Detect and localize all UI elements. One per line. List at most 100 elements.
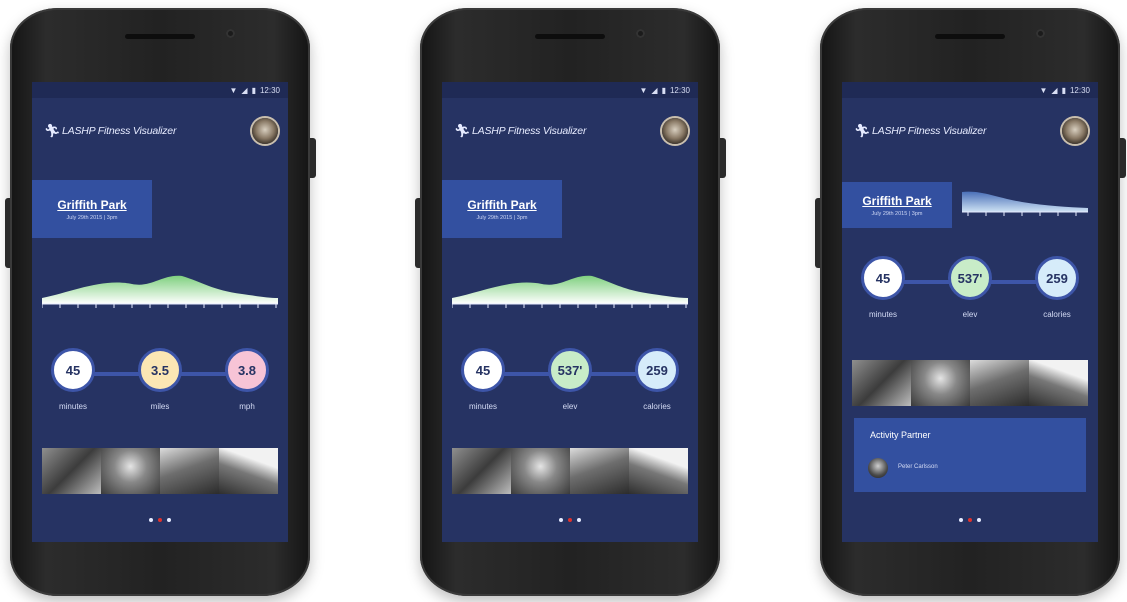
stat-label: elev <box>562 402 578 411</box>
stat-label: minutes <box>868 310 897 319</box>
partner-name[interactable]: Peter Carlsson <box>898 464 938 470</box>
location-date: July 29th 2015 | 3pm <box>66 214 118 221</box>
stat-label: elev <box>962 310 978 319</box>
runner-icon: 🏃︎ <box>454 123 471 138</box>
page-indicator[interactable] <box>32 518 288 522</box>
elevation-chart <box>452 275 688 308</box>
stat-elev[interactable]: 537' elev <box>541 348 599 411</box>
photo[interactable] <box>42 448 101 494</box>
stats-row: 45 minutes 537' elev 259 calories <box>454 348 686 428</box>
screen: ▼ ◢ ▮ 12:30 🏃︎ LASHP Fitness Visualizer … <box>442 82 698 542</box>
phone-3: ▼ ◢ ▮ 12:30 🏃︎ LASHP Fitness Visualizer … <box>815 8 1126 596</box>
page-dot[interactable] <box>577 518 581 522</box>
wifi-icon: ▼ <box>229 85 238 95</box>
photo-strip[interactable] <box>852 360 1088 406</box>
battery-icon: ▮ <box>251 85 256 95</box>
battery-icon: ▮ <box>661 85 666 95</box>
camera <box>226 29 235 38</box>
photo[interactable] <box>970 360 1029 406</box>
stat-minutes[interactable]: 45 minutes <box>854 256 912 319</box>
stat-circle: 45 <box>861 256 905 300</box>
page-dot[interactable] <box>559 518 563 522</box>
page-indicator[interactable] <box>442 518 698 522</box>
partner-title: Activity Partner <box>870 430 931 440</box>
photo[interactable] <box>1029 360 1088 406</box>
stat-label: minutes <box>468 402 497 411</box>
app-title: LASHP Fitness Visualizer <box>872 125 987 137</box>
stat-circle: 537' <box>948 256 992 300</box>
stat-label: minutes <box>58 402 87 411</box>
app-title: LASHP Fitness Visualizer <box>472 125 587 137</box>
stat-minutes[interactable]: 45 minutes <box>454 348 512 411</box>
battery-icon: ▮ <box>1061 85 1066 95</box>
status-time: 12:30 <box>669 85 690 95</box>
stat-minutes[interactable]: 45 minutes <box>44 348 102 411</box>
partner-avatar[interactable] <box>868 458 888 478</box>
stat-elev[interactable]: 537' elev <box>941 256 999 319</box>
photo[interactable] <box>629 448 688 494</box>
stat-miles[interactable]: 3.5 miles <box>131 348 189 411</box>
page-dot[interactable] <box>149 518 153 522</box>
screen: ▼ ◢ ▮ 12:30 🏃︎ LASHP Fitness Visualizer … <box>842 82 1098 542</box>
speaker <box>935 34 1005 39</box>
page-dot-active[interactable] <box>968 518 972 522</box>
stat-label: calories <box>643 402 671 411</box>
stat-calories[interactable]: 259 calories <box>628 348 686 411</box>
photo[interactable] <box>511 448 570 494</box>
location-date: July 29th 2015 | 3pm <box>476 214 528 221</box>
photo[interactable] <box>452 448 511 494</box>
stat-circle: 259 <box>635 348 679 392</box>
location-name[interactable]: Griffith Park <box>862 194 931 208</box>
screen: ▼ ◢ ▮ 12:30 🏃︎ LASHP Fitness Visualizer … <box>32 82 288 542</box>
stats-row: 45 minutes 3.5 miles 3.8 mph <box>44 348 276 428</box>
page-indicator[interactable] <box>842 518 1098 522</box>
wifi-icon: ▼ <box>639 85 648 95</box>
status-bar: ▼ ◢ ▮ 12:30 <box>842 82 1098 98</box>
page-dot[interactable] <box>959 518 963 522</box>
page-dot-active[interactable] <box>158 518 162 522</box>
page-dot[interactable] <box>977 518 981 522</box>
app-bar: 🏃︎ LASHP Fitness Visualizer <box>854 118 1088 144</box>
stat-circle: 537' <box>548 348 592 392</box>
location-name[interactable]: Griffith Park <box>467 198 536 212</box>
signal-icon: ◢ <box>651 85 658 95</box>
photo[interactable] <box>852 360 911 406</box>
status-bar: ▼ ◢ ▮ 12:30 <box>442 82 698 98</box>
avatar[interactable] <box>662 118 688 144</box>
location-card[interactable]: Griffith Park July 29th 2015 | 3pm <box>32 180 152 238</box>
photo[interactable] <box>160 448 219 494</box>
phone-1: ▼ ◢ ▮ 12:30 🏃︎ LASHP Fitness Visualizer … <box>5 8 316 596</box>
stat-label: miles <box>150 402 170 411</box>
speaker <box>535 34 605 39</box>
camera <box>636 29 645 38</box>
camera <box>1036 29 1045 38</box>
status-time: 12:30 <box>259 85 280 95</box>
app-bar: 🏃︎ LASHP Fitness Visualizer <box>44 118 278 144</box>
photo[interactable] <box>911 360 970 406</box>
stats-row: 45 minutes 537' elev 259 calories <box>854 256 1086 336</box>
elevation-chart-mini <box>962 191 1088 216</box>
activity-partner-card[interactable]: Activity Partner Peter Carlsson <box>854 418 1086 492</box>
speaker <box>125 34 195 39</box>
location-card[interactable]: Griffith Park July 29th 2015 | 3pm <box>842 182 952 228</box>
app-bar: 🏃︎ LASHP Fitness Visualizer <box>454 118 688 144</box>
status-time: 12:30 <box>1069 85 1090 95</box>
avatar[interactable] <box>1062 118 1088 144</box>
photo[interactable] <box>219 448 278 494</box>
location-name[interactable]: Griffith Park <box>57 198 126 212</box>
app-title: LASHP Fitness Visualizer <box>62 125 177 137</box>
page-dot[interactable] <box>167 518 171 522</box>
elevation-chart <box>42 275 278 308</box>
photo-strip[interactable] <box>452 448 688 494</box>
photo[interactable] <box>570 448 629 494</box>
stat-circle: 45 <box>51 348 95 392</box>
location-card[interactable]: Griffith Park July 29th 2015 | 3pm <box>442 180 562 238</box>
stat-mph[interactable]: 3.8 mph <box>218 348 276 411</box>
photo[interactable] <box>101 448 160 494</box>
signal-icon: ◢ <box>241 85 248 95</box>
avatar[interactable] <box>252 118 278 144</box>
photo-strip[interactable] <box>42 448 278 494</box>
stat-calories[interactable]: 259 calories <box>1028 256 1086 319</box>
page-dot-active[interactable] <box>568 518 572 522</box>
wifi-icon: ▼ <box>1039 85 1048 95</box>
